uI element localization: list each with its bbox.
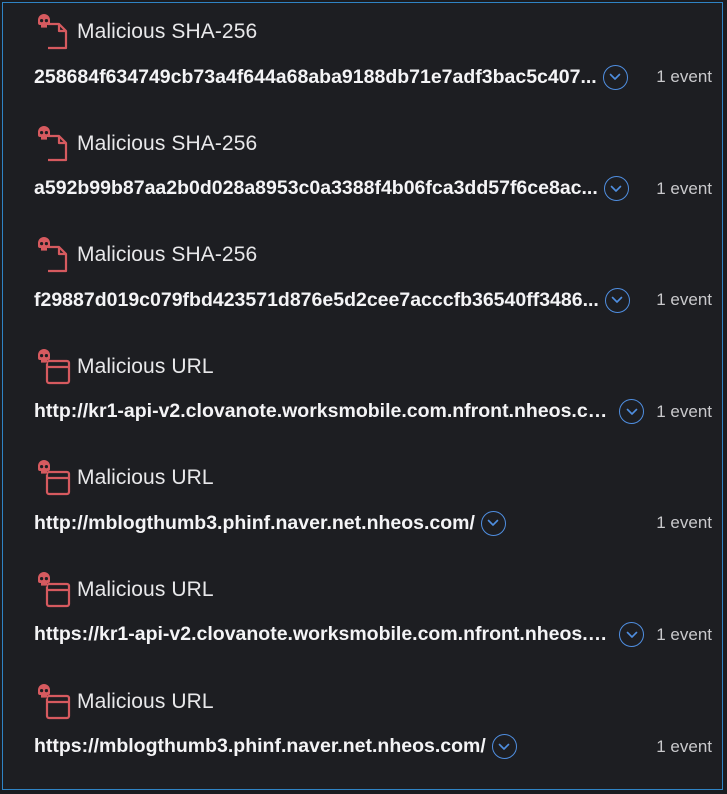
indicator-value-row: https://mblogthumb3.phinf.naver.net.nheo… [34, 730, 712, 764]
event-count: 1 event [656, 67, 712, 86]
indicator-value: https://kr1-api-v2.clovanote.worksmobile… [34, 623, 614, 646]
event-count: 1 event [656, 513, 712, 533]
indicator-value-row: a592b99b87aa2b0d028a8953c0a3388f4b06fca3… [34, 172, 712, 206]
indicator-value-row: http://mblogthumb3.phinf.naver.net.nheos… [34, 506, 712, 540]
indicator-value: https://mblogthumb3.phinf.naver.net.nheo… [34, 735, 486, 758]
chevron-down-icon [626, 631, 638, 638]
skull-browser-icon [35, 682, 71, 722]
chevron-down-icon [610, 185, 622, 192]
indicator-value: f29887d019c079fbd423571d876e5d2cee7acccf… [34, 288, 599, 311]
skull-browser-icon [35, 347, 71, 387]
indicator-item: Malicious URL http://kr1-api-v2.clovanot… [3, 338, 722, 450]
indicator-type-label: Malicious URL [77, 466, 214, 490]
skull-file-icon [35, 235, 71, 275]
indicator-type-row: Malicious URL [35, 682, 214, 722]
indicator-value-row: 258684f634749cb73a4f644a68aba9188db71e7a… [34, 60, 712, 94]
indicator-value-row: http://kr1-api-v2.clovanote.worksmobile.… [34, 395, 712, 429]
chevron-down-icon [612, 296, 623, 303]
chevron-down-icon [498, 743, 510, 750]
indicator-type-label: Malicious URL [77, 689, 214, 713]
skull-file-icon [35, 12, 71, 52]
indicator-item: Malicious SHA-256 f29887d019c079fbd42357… [3, 226, 722, 338]
indicator-value: http://kr1-api-v2.clovanote.worksmobile.… [34, 400, 614, 423]
indicator-item: Malicious URL https://mblogthumb3.phinf.… [3, 673, 722, 785]
expand-button[interactable] [604, 287, 630, 313]
skull-browser-icon [35, 458, 71, 498]
indicator-type-label: Malicious URL [77, 354, 214, 378]
indicator-item: Malicious URL https://kr1-api-v2.clovano… [3, 561, 722, 673]
event-count: 1 event [656, 178, 712, 198]
skull-file-icon [35, 124, 71, 164]
indicator-item: Malicious SHA-256 258684f634749cb73a4f64… [3, 3, 722, 115]
event-count: 1 event [656, 736, 712, 756]
indicator-value: 258684f634749cb73a4f644a68aba9188db71e7a… [34, 65, 597, 88]
indicator-type-row: Malicious SHA-256 [35, 124, 257, 164]
indicator-item: Malicious URL http://mblogthumb3.phinf.n… [3, 449, 722, 561]
event-count: 1 event [656, 401, 712, 421]
indicator-type-row: Malicious SHA-256 [35, 235, 257, 275]
indicator-type-label: Malicious URL [77, 577, 214, 601]
expand-button[interactable] [491, 734, 517, 760]
indicator-value-row: f29887d019c079fbd423571d876e5d2cee7acccf… [34, 283, 712, 317]
expand-button[interactable] [602, 64, 628, 90]
indicator-value-row: https://kr1-api-v2.clovanote.worksmobile… [34, 618, 712, 652]
chevron-down-icon [626, 408, 638, 415]
indicator-value: a592b99b87aa2b0d028a8953c0a3388f4b06fca3… [34, 177, 598, 200]
expand-button[interactable] [619, 399, 645, 425]
chevron-down-icon [488, 520, 499, 527]
event-count: 1 event [656, 624, 712, 644]
indicator-type-label: Malicious SHA-256 [77, 243, 258, 267]
indicator-type-row: Malicious SHA-256 [35, 12, 257, 52]
indicator-panel: Malicious SHA-256 258684f634749cb73a4f64… [2, 2, 723, 790]
chevron-down-icon [609, 73, 621, 80]
indicator-type-row: Malicious URL [35, 458, 214, 498]
indicator-item: Malicious SHA-256 a592b99b87aa2b0d028a89… [3, 115, 722, 227]
indicator-type-row: Malicious URL [35, 347, 214, 387]
expand-button[interactable] [603, 176, 629, 202]
expand-button[interactable] [619, 622, 645, 648]
indicator-list: Malicious SHA-256 258684f634749cb73a4f64… [3, 3, 722, 784]
indicator-type-label: Malicious SHA-256 [77, 20, 258, 43]
skull-browser-icon [35, 570, 71, 610]
indicator-type-label: Malicious SHA-256 [77, 131, 258, 155]
event-count: 1 event [656, 290, 712, 310]
expand-button[interactable] [480, 510, 506, 536]
indicator-type-row: Malicious URL [35, 570, 214, 610]
indicator-value: http://mblogthumb3.phinf.naver.net.nheos… [34, 511, 475, 534]
